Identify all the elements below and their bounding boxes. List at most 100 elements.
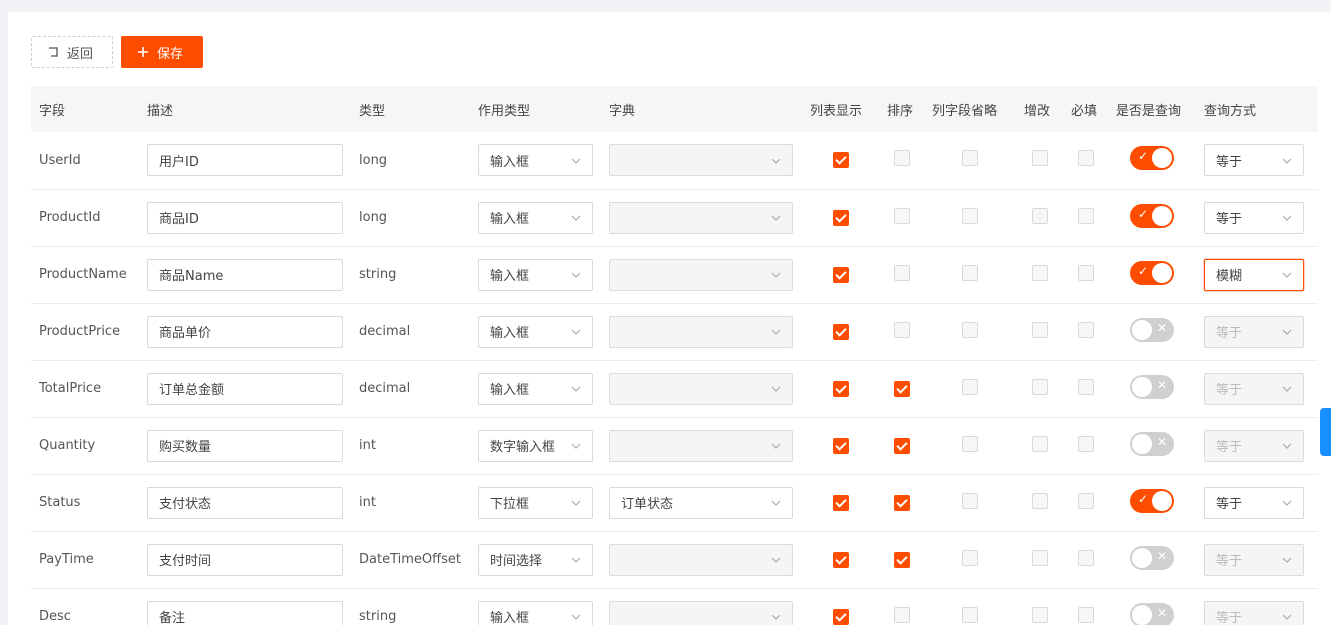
edit-checkbox[interactable] (1031, 378, 1048, 395)
query-toggle[interactable]: ✓ (1130, 260, 1174, 285)
required-checkbox[interactable] (1077, 321, 1094, 338)
edit-checkbox[interactable] (1031, 264, 1048, 281)
required-checkbox[interactable] (1077, 549, 1094, 566)
required-checkbox[interactable] (1077, 378, 1094, 395)
query-mode-value: 等于 (1216, 440, 1243, 455)
query-mode-select[interactable]: 等于 (1204, 201, 1304, 234)
edit-checkbox[interactable] (1031, 150, 1048, 167)
desc-input[interactable]: 支付时间 (147, 543, 343, 576)
omit-checkbox[interactable] (962, 207, 978, 224)
omit-checkbox[interactable] (962, 378, 978, 395)
desc-input[interactable]: 商品Name (147, 258, 343, 291)
dict-select[interactable] (609, 543, 793, 576)
sort-checkbox[interactable] (893, 207, 910, 224)
sort-checkbox[interactable] (893, 437, 910, 454)
sort-checkbox[interactable] (893, 380, 910, 397)
list-display-checkbox[interactable] (832, 152, 849, 169)
save-button[interactable]: 保存 (121, 36, 203, 68)
usage-select[interactable]: 数字输入框 (478, 429, 593, 462)
desc-input[interactable]: 购买数量 (147, 429, 343, 462)
query-mode-select[interactable]: 等于 (1204, 372, 1304, 405)
usage-select[interactable]: 输入框 (478, 201, 593, 234)
usage-select[interactable]: 时间选择 (478, 543, 593, 576)
usage-value: 输入框 (490, 154, 530, 170)
query-toggle[interactable]: ✕ (1130, 545, 1174, 570)
dict-select[interactable] (609, 201, 793, 234)
query-toggle[interactable]: ✕ (1130, 602, 1174, 625)
list-display-checkbox[interactable] (832, 494, 849, 511)
query-toggle[interactable]: ✓ (1130, 146, 1174, 171)
desc-input[interactable]: 商品ID (147, 201, 343, 234)
query-toggle[interactable]: ✕ (1130, 374, 1174, 399)
desc-input[interactable]: 用户ID (147, 144, 343, 177)
usage-select[interactable]: 输入框 (478, 258, 593, 291)
required-checkbox[interactable] (1077, 492, 1094, 509)
edit-checkbox[interactable] (1031, 321, 1048, 338)
chevron-down-icon (771, 496, 781, 509)
query-mode-select[interactable]: 等于 (1204, 600, 1304, 625)
required-checkbox[interactable] (1077, 606, 1094, 623)
dict-select[interactable] (609, 600, 793, 625)
list-display-checkbox[interactable] (832, 266, 849, 283)
omit-checkbox[interactable] (962, 264, 978, 281)
usage-select[interactable]: 输入框 (478, 372, 593, 405)
list-display-checkbox[interactable] (832, 209, 849, 226)
query-mode-select[interactable]: 等于 (1204, 315, 1304, 348)
dict-select[interactable] (609, 315, 793, 348)
required-checkbox[interactable] (1077, 207, 1094, 224)
query-mode-value: 等于 (1216, 212, 1243, 227)
required-checkbox[interactable] (1077, 264, 1094, 281)
list-display-checkbox[interactable] (832, 551, 849, 568)
dict-select[interactable] (609, 372, 793, 405)
chevron-down-icon (571, 211, 581, 224)
omit-checkbox[interactable] (962, 549, 978, 566)
usage-select[interactable]: 输入框 (478, 315, 593, 348)
sort-checkbox[interactable] (893, 150, 910, 167)
usage-select[interactable]: 输入框 (478, 144, 593, 177)
back-button[interactable]: 返回 (31, 36, 113, 68)
query-toggle[interactable]: ✓ (1130, 203, 1174, 228)
desc-input[interactable]: 订单总金额 (147, 372, 343, 405)
query-mode-select[interactable]: 等于 (1204, 429, 1304, 462)
sort-checkbox[interactable] (893, 321, 910, 338)
edit-checkbox[interactable] (1031, 207, 1048, 224)
sort-checkbox[interactable] (893, 494, 910, 511)
sort-checkbox[interactable] (893, 606, 910, 623)
check-icon: ✓ (1138, 206, 1149, 221)
usage-select[interactable]: 下拉框 (478, 486, 593, 519)
dict-select[interactable] (609, 258, 793, 291)
omit-checkbox[interactable] (962, 321, 978, 338)
desc-value: 订单总金额 (159, 383, 225, 398)
omit-checkbox[interactable] (962, 606, 978, 623)
omit-checkbox[interactable] (962, 492, 978, 509)
list-display-checkbox[interactable] (832, 437, 849, 454)
side-tab[interactable] (1320, 408, 1331, 456)
edit-checkbox[interactable] (1031, 606, 1048, 623)
usage-select[interactable]: 输入框 (478, 600, 593, 625)
query-mode-select[interactable]: 等于 (1204, 486, 1304, 519)
desc-input[interactable]: 商品单价 (147, 315, 343, 348)
edit-checkbox[interactable] (1031, 549, 1048, 566)
dict-select[interactable] (609, 144, 793, 177)
list-display-checkbox[interactable] (832, 608, 849, 625)
omit-checkbox[interactable] (962, 435, 978, 452)
required-checkbox[interactable] (1077, 435, 1094, 452)
desc-input[interactable]: 支付状态 (147, 486, 343, 519)
omit-checkbox[interactable] (962, 150, 978, 167)
list-display-checkbox[interactable] (832, 380, 849, 397)
query-toggle[interactable]: ✕ (1130, 431, 1174, 456)
edit-checkbox[interactable] (1031, 435, 1048, 452)
query-mode-select[interactable]: 模糊 (1204, 258, 1304, 291)
list-display-checkbox[interactable] (832, 323, 849, 340)
required-checkbox[interactable] (1077, 150, 1094, 167)
sort-checkbox[interactable] (893, 264, 910, 281)
sort-checkbox[interactable] (893, 551, 910, 568)
edit-checkbox[interactable] (1031, 492, 1048, 509)
dict-select[interactable] (609, 429, 793, 462)
query-mode-select[interactable]: 等于 (1204, 543, 1304, 576)
dict-select[interactable]: 订单状态 (609, 486, 793, 519)
query-mode-select[interactable]: 等于 (1204, 144, 1304, 177)
query-toggle[interactable]: ✓ (1130, 488, 1174, 513)
query-toggle[interactable]: ✕ (1130, 317, 1174, 342)
desc-input[interactable]: 备注 (147, 600, 343, 625)
